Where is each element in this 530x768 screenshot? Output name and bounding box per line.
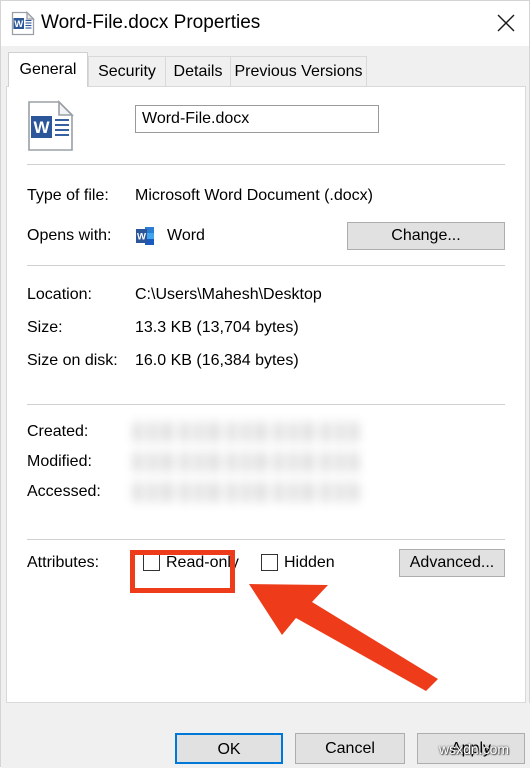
word-app-icon: W <box>135 226 155 246</box>
tab-security[interactable]: Security <box>88 56 166 87</box>
tab-details[interactable]: Details <box>165 56 231 87</box>
location-value: C:\Users\Mahesh\Desktop <box>135 286 322 303</box>
opens-with-app-name: Word <box>167 227 205 244</box>
site-watermark: wsxdn.com <box>439 741 510 757</box>
row-location: Location: C:\Users\Mahesh\Desktop <box>7 280 525 310</box>
tab-strip: General Security Details Previous Versio… <box>1 46 529 87</box>
size-value: 13.3 KB (13,704 bytes) <box>135 319 299 336</box>
properties-dialog: W Word-File.docx Properties General Secu… <box>0 0 530 768</box>
advanced-button[interactable]: Advanced... <box>399 549 505 577</box>
row-size: Size: 13.3 KB (13,704 bytes) <box>7 313 525 343</box>
attributes-label: Attributes: <box>27 554 100 571</box>
row-size-on-disk: Size on disk: 16.0 KB (16,384 bytes) <box>7 346 525 376</box>
size-on-disk-label: Size on disk: <box>27 352 118 369</box>
size-on-disk-value: 16.0 KB (16,384 bytes) <box>135 352 299 369</box>
dialog-footer: OK Cancel Apply <box>1 703 530 768</box>
accessed-value-redacted <box>133 482 359 502</box>
opens-with-label: Opens with: <box>27 227 112 244</box>
divider-4 <box>27 539 505 540</box>
modified-value-redacted <box>133 452 359 472</box>
row-type-of-file: Type of file: Microsoft Word Document (.… <box>7 181 525 211</box>
type-of-file-label: Type of file: <box>27 187 109 204</box>
row-accessed: Accessed: <box>7 477 525 507</box>
word-document-icon: W <box>11 10 36 36</box>
created-label: Created: <box>27 423 89 440</box>
close-icon[interactable] <box>483 1 529 45</box>
divider-3 <box>27 404 505 405</box>
hidden-label[interactable]: Hidden <box>284 548 335 578</box>
change-button[interactable]: Change... <box>347 222 505 250</box>
window-title: Word-File.docx Properties <box>41 12 261 33</box>
filename-input[interactable] <box>135 105 379 133</box>
read-only-label[interactable]: Read-only <box>166 548 239 578</box>
svg-text:W: W <box>33 118 50 137</box>
location-label: Location: <box>27 286 92 303</box>
svg-text:W: W <box>14 19 23 30</box>
general-tab-panel: W Type of file: Microsoft Word Document … <box>6 86 526 703</box>
title-bar: W Word-File.docx Properties <box>1 1 529 46</box>
divider-1 <box>27 164 505 165</box>
row-modified: Modified: <box>7 447 525 477</box>
hidden-checkbox[interactable] <box>261 554 278 571</box>
cancel-button[interactable]: Cancel <box>295 733 405 764</box>
tab-general[interactable]: General <box>8 52 88 87</box>
tab-previous-versions[interactable]: Previous Versions <box>230 56 367 87</box>
row-attributes: Attributes: Read-only Hidden Advanced... <box>7 548 525 578</box>
size-label: Size: <box>27 319 63 336</box>
created-value-redacted <box>133 422 359 442</box>
read-only-checkbox[interactable] <box>143 554 160 571</box>
divider-2 <box>27 265 505 266</box>
modified-label: Modified: <box>27 453 92 470</box>
accessed-label: Accessed: <box>27 483 101 500</box>
word-document-icon-large: W <box>27 100 75 152</box>
ok-button[interactable]: OK <box>175 733 283 764</box>
svg-text:W: W <box>137 232 146 243</box>
row-opens-with: Opens with: W Word Change... <box>7 221 525 251</box>
type-of-file-value: Microsoft Word Document (.docx) <box>135 187 373 204</box>
row-created: Created: <box>7 417 525 447</box>
